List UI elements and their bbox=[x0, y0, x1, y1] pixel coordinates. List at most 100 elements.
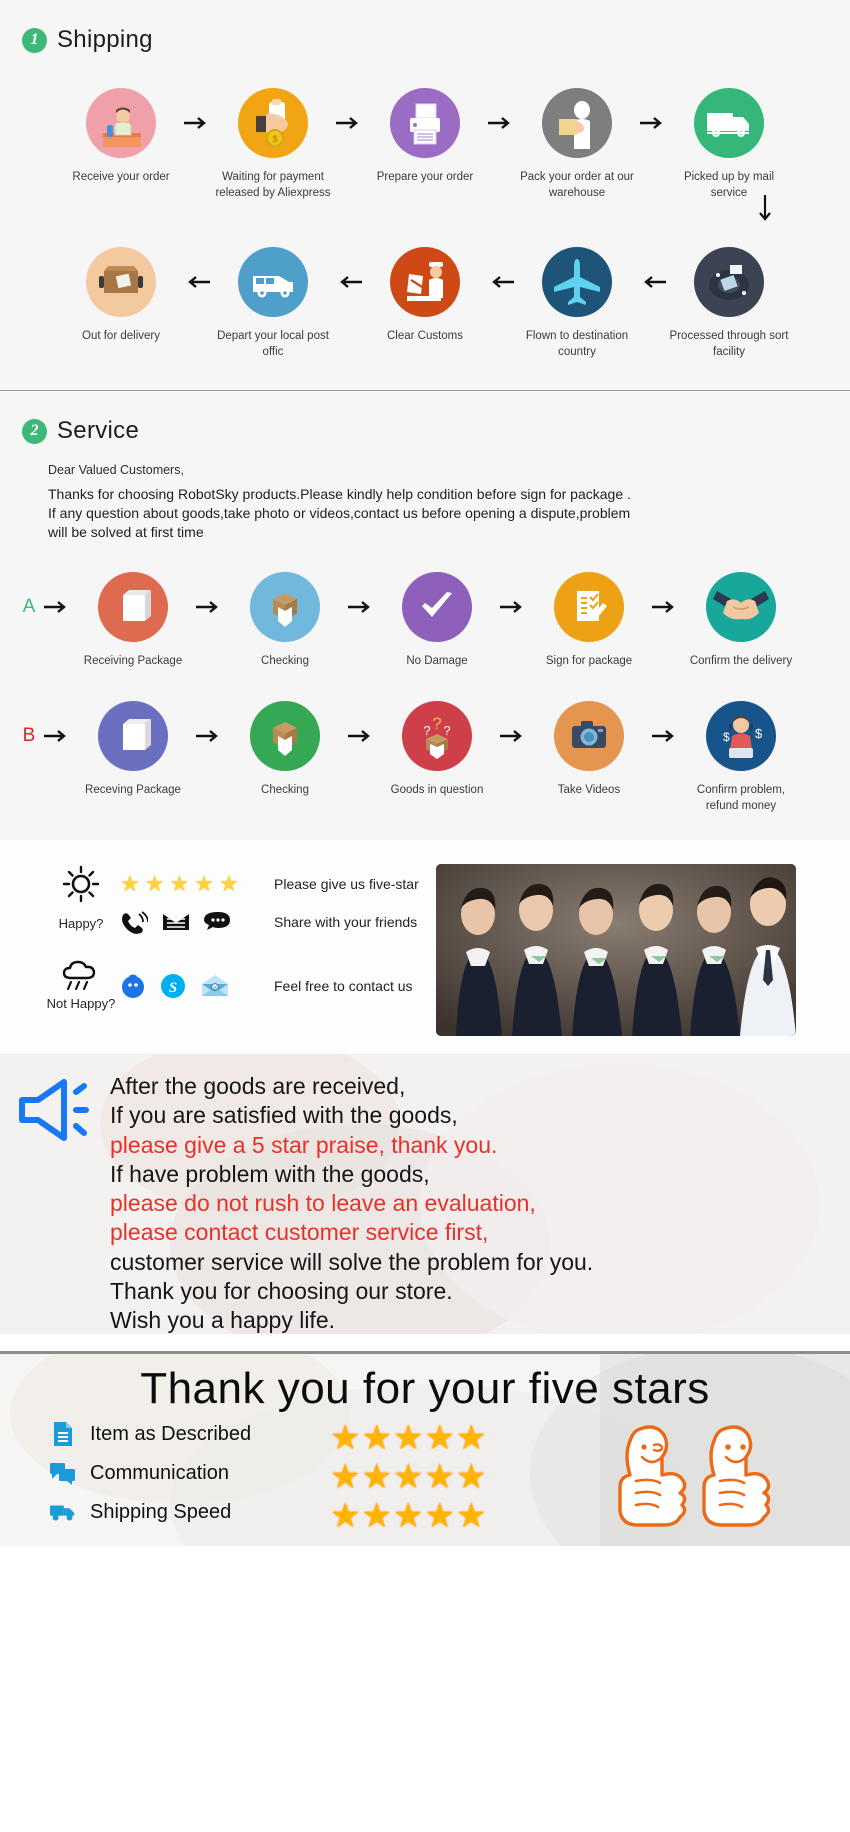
service-paragraph-line: will be solved at first time bbox=[48, 523, 204, 540]
skype-icon[interactable]: S bbox=[160, 973, 186, 999]
shipping-step: Picked up by mail service bbox=[670, 88, 788, 201]
feedback-section: ★ ★ ★ ★ ★ Please give us five-star Happy… bbox=[0, 840, 850, 1055]
shipping-step: Receive your order bbox=[62, 88, 180, 186]
share-icons bbox=[120, 910, 268, 935]
star-icon: ★ bbox=[330, 1419, 361, 1458]
star-icon: ★ bbox=[392, 1419, 424, 1458]
service-paragraph-line: Thanks for choosing RobotSky products.Pl… bbox=[48, 486, 631, 503]
star-icon: ★ bbox=[144, 871, 165, 897]
arrow-right-icon bbox=[496, 701, 530, 771]
parcel-box-icon bbox=[86, 247, 156, 318]
rating-label: Communication bbox=[90, 1461, 229, 1484]
delivery-truck-icon bbox=[694, 88, 764, 158]
camera-icon bbox=[554, 701, 624, 772]
arrow-right-icon bbox=[344, 572, 378, 642]
rating-row: Shipping Speed bbox=[50, 1493, 330, 1532]
announcement-content: After the goods are received, If you are… bbox=[0, 1072, 850, 1335]
page-title: Shipping bbox=[57, 26, 153, 53]
shipping-step-label: Depart your local post offic bbox=[217, 330, 329, 358]
arrow-left-icon bbox=[180, 247, 214, 317]
step-number-badge: 2 bbox=[22, 418, 47, 444]
shipping-section: 1 Shipping Receive your order $ Waiting … bbox=[0, 0, 850, 392]
shipping-step: Pack your order at our warehouse bbox=[518, 88, 636, 201]
document-icon bbox=[50, 1421, 76, 1447]
shipping-step-label: Clear Customs bbox=[386, 330, 464, 343]
service-steps-b: Receving Package Checking ? ? ? Goods in… bbox=[74, 701, 800, 814]
question-box-icon: ? ? ? bbox=[402, 701, 472, 772]
checkmark-icon bbox=[402, 571, 472, 642]
arrow-right-icon bbox=[636, 88, 670, 158]
qq-icon[interactable] bbox=[120, 973, 146, 999]
sun-icon bbox=[62, 866, 100, 903]
star-icon: ★ bbox=[392, 1497, 424, 1536]
star-row: ★ ★ ★ ★ ★ bbox=[330, 1497, 540, 1536]
shipping-step: Depart your local post offic bbox=[214, 247, 332, 360]
shipping-step-label: Flown to destination country bbox=[525, 330, 629, 358]
rating-label: Item as Described bbox=[90, 1422, 252, 1445]
arrow-right-icon bbox=[648, 572, 682, 642]
star-icon: ★ bbox=[169, 871, 190, 897]
printer-icon bbox=[390, 88, 460, 158]
announcement-line: customer service will solve the problem … bbox=[110, 1248, 594, 1275]
thank-you-content: Thank you for your five stars Item as De… bbox=[0, 1365, 850, 1536]
happy-row-stars: ★ ★ ★ ★ ★ Please give us five-star bbox=[42, 864, 430, 904]
shipping-step: Prepare your order bbox=[366, 88, 484, 186]
star-icon: ★ bbox=[424, 1458, 455, 1497]
service-step: No Damage bbox=[378, 571, 496, 670]
envelope-icon[interactable] bbox=[162, 911, 190, 933]
delivery-van-icon bbox=[238, 247, 308, 318]
shipping-step: Out for delivery bbox=[62, 247, 180, 345]
svg-text:$: $ bbox=[272, 134, 277, 144]
happy-mood bbox=[42, 864, 120, 904]
truck-icon bbox=[50, 1501, 76, 1523]
service-steps-a: Receiving Package Checking No Damage Sig… bbox=[74, 571, 800, 670]
happy-label: Happy? bbox=[58, 915, 104, 931]
chat-bubble-icon[interactable] bbox=[204, 910, 232, 934]
arrow-left-icon bbox=[636, 247, 670, 317]
happy-row-share: Happy? Share with your friends bbox=[42, 910, 430, 935]
thumbs-up-group bbox=[540, 1415, 850, 1531]
service-section: 2 Service Dear Valued Customers, Thanks … bbox=[0, 391, 850, 841]
service-row-a: A Receiving Package Checking No Damage S… bbox=[0, 571, 850, 670]
service-step: $ $ Confirm problem, refund money bbox=[682, 701, 800, 814]
arrow-right-icon bbox=[648, 701, 682, 771]
support-agent-money-icon: $ $ bbox=[706, 701, 776, 772]
service-step: Receving Package bbox=[74, 701, 192, 799]
step-number-badge: 1 bbox=[22, 27, 47, 53]
announcement-line: please contact customer service first, bbox=[110, 1219, 489, 1246]
package-icon bbox=[98, 701, 168, 772]
row-letter-a: A bbox=[22, 595, 36, 617]
service-step: Confirm the delivery bbox=[682, 571, 800, 670]
shipping-step: Flown to destination country bbox=[518, 247, 636, 360]
star-icon: ★ bbox=[424, 1419, 455, 1458]
email-open-icon[interactable]: @ bbox=[200, 974, 230, 998]
arrow-right-icon bbox=[40, 701, 74, 771]
service-step: Sign for package bbox=[530, 571, 648, 670]
package-icon bbox=[98, 571, 168, 642]
not-happy-row: Not Happy? S @ Feel free to contact us bbox=[42, 960, 430, 1011]
service-step-label: Take Videos bbox=[557, 784, 621, 797]
shipping-step-label: Prepare your order bbox=[376, 171, 474, 183]
shipping-header: 1 Shipping bbox=[0, 26, 850, 54]
shipping-steps-row-1: Receive your order $ Waiting for payment… bbox=[0, 88, 850, 201]
arrow-right-icon bbox=[192, 572, 226, 642]
star-icon: ★ bbox=[330, 1458, 361, 1497]
shipping-step: Clear Customs bbox=[366, 247, 484, 345]
announcement-line: Thank you for choosing our store. bbox=[110, 1277, 453, 1304]
service-step-label: Receving Package bbox=[85, 784, 181, 797]
service-step: Checking bbox=[226, 701, 344, 799]
svg-text:S: S bbox=[169, 980, 177, 996]
arrow-right-icon bbox=[496, 572, 530, 642]
arrow-right-icon bbox=[180, 88, 214, 158]
star-icon: ★ bbox=[455, 1497, 487, 1536]
service-row-b: B Receving Package Checking ? ? ? Goods … bbox=[0, 701, 850, 814]
service-step-label: Confirm the delivery bbox=[689, 654, 793, 667]
share-text: Share with your friends bbox=[274, 914, 418, 931]
megaphone-icon bbox=[19, 1079, 89, 1142]
phone-ringing-icon[interactable] bbox=[120, 910, 148, 935]
shipping-steps-row-2: Out for delivery Depart your local post … bbox=[0, 247, 850, 360]
star-icon: ★ bbox=[361, 1419, 392, 1458]
not-happy-label: Not Happy? bbox=[46, 996, 116, 1012]
thumbs-up-smiley-icon bbox=[702, 1425, 771, 1527]
handshake-icon bbox=[706, 571, 776, 642]
